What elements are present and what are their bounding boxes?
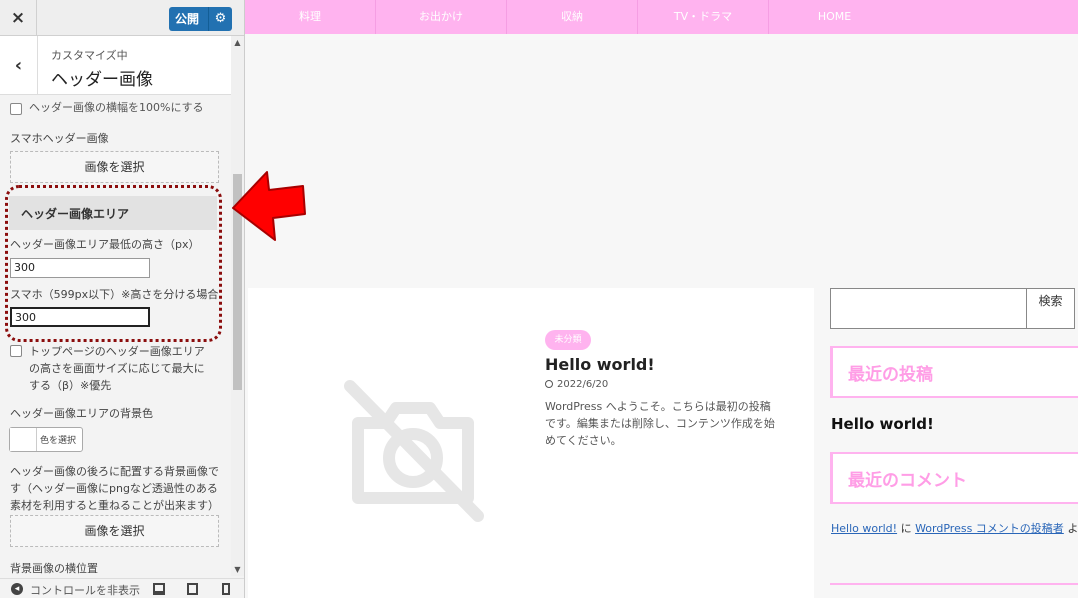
customizer-panel: × 公開 ⚙ ‹ カスタマイズ中 ヘッダー画像 ▲ ▼ ヘッダー画像の横幅を10…: [0, 0, 245, 598]
tablet-preview-icon[interactable]: [187, 583, 198, 595]
bg-position-label: 背景画像の横位置: [10, 562, 98, 575]
search-button[interactable]: 検索: [1027, 288, 1075, 329]
post-title[interactable]: Hello world!: [545, 355, 655, 374]
comment-post-link[interactable]: Hello world!: [831, 522, 897, 535]
comment-suffix: より: [1067, 522, 1078, 535]
post-date: 2022/6/20: [545, 379, 608, 390]
recent-posts-widget-title: 最近の投稿: [830, 346, 1078, 398]
clock-icon: [545, 380, 553, 388]
no-image-icon: [344, 380, 484, 522]
nav-item-cooking[interactable]: 料理: [245, 0, 376, 34]
nav-item-home[interactable]: HOME: [769, 0, 900, 34]
sidebar-divider: [830, 583, 1078, 585]
nav-item-storage[interactable]: 収納: [507, 0, 638, 34]
search-input[interactable]: [830, 288, 1027, 329]
recent-post-link[interactable]: Hello world!: [831, 415, 934, 433]
select-bg-image-button[interactable]: 画像を選択: [10, 515, 219, 547]
full-width-checkbox-label: ヘッダー画像の横幅を100%にする: [29, 101, 204, 114]
fullscreen-checkbox-label: トップページのヘッダー画像エリアの高さを画面サイズに応じて最大にする（β）※優先: [29, 345, 205, 392]
sp-header-image-label: スマホヘッダー画像: [10, 132, 109, 145]
comment-author-link[interactable]: WordPress コメントの投稿者: [915, 522, 1064, 535]
global-nav: 料理 お出かけ 収納 TV・ドラマ HOME: [245, 0, 1078, 34]
fullscreen-checkbox[interactable]: [10, 345, 22, 357]
sidebar: 検索 最近の投稿 Hello world! 最近のコメント Hello worl…: [830, 288, 1078, 598]
nav-item-tv-drama[interactable]: TV・ドラマ: [638, 0, 769, 34]
panel-scrollbar[interactable]: ▲ ▼: [231, 36, 244, 576]
color-picker-button[interactable]: 色を選択: [9, 427, 83, 452]
recent-comments-widget-title: 最近のコメント: [830, 452, 1078, 504]
scroll-up-icon[interactable]: ▲: [231, 38, 244, 47]
close-customizer-button[interactable]: ×: [0, 0, 37, 36]
highlight-outline: [5, 185, 222, 342]
site-preview: 料理 お出かけ 収納 TV・ドラマ HOME 未分類 Hello world! …: [245, 0, 1078, 598]
mobile-preview-icon[interactable]: [222, 583, 230, 595]
comment-joiner: に: [900, 522, 912, 535]
category-badge[interactable]: 未分類: [545, 330, 591, 350]
post-date-text: 2022/6/20: [557, 379, 609, 390]
nav-item-outing[interactable]: お出かけ: [376, 0, 507, 34]
annotation-arrow-icon: [232, 171, 306, 241]
breadcrumb: カスタマイズ中: [51, 49, 128, 62]
recent-comments-title: 最近のコメント: [848, 471, 967, 491]
post-excerpt: WordPress へようこそ。こちらは最初の投稿です。編集または削除し、コンテ…: [545, 400, 775, 447]
back-button[interactable]: ‹: [0, 36, 38, 95]
color-button-label: 色を選択: [40, 436, 77, 446]
desktop-preview-icon[interactable]: [153, 583, 165, 595]
scroll-down-icon[interactable]: ▼: [231, 565, 244, 574]
full-width-checkbox[interactable]: [10, 103, 22, 115]
gear-icon[interactable]: ⚙: [208, 7, 232, 31]
section-title: ヘッダー画像: [51, 70, 153, 90]
bg-image-description: ヘッダー画像の後ろに配置する背景画像です（ヘッダー画像にpngなど透過性のある素…: [10, 465, 219, 512]
recent-posts-title: 最近の投稿: [848, 365, 933, 385]
color-swatch: [10, 428, 37, 451]
customizer-footer: ◂ コントロールを非表示: [0, 578, 244, 598]
post-card[interactable]: 未分類 Hello world! 2022/6/20 WordPress へよう…: [248, 288, 814, 598]
hide-controls-label[interactable]: コントロールを非表示: [30, 582, 140, 598]
publish-button[interactable]: 公開 ⚙: [169, 7, 232, 31]
recent-comment-item: Hello world! に WordPress コメントの投稿者 より: [831, 520, 1078, 536]
customizer-topbar: × 公開 ⚙: [0, 0, 244, 36]
bg-color-label: ヘッダー画像エリアの背景色: [10, 407, 153, 420]
hide-controls-icon[interactable]: ◂: [11, 583, 23, 595]
section-header: ‹ カスタマイズ中 ヘッダー画像: [0, 36, 231, 95]
publish-label: 公開: [175, 12, 200, 26]
select-sp-image-button[interactable]: 画像を選択: [10, 151, 219, 183]
